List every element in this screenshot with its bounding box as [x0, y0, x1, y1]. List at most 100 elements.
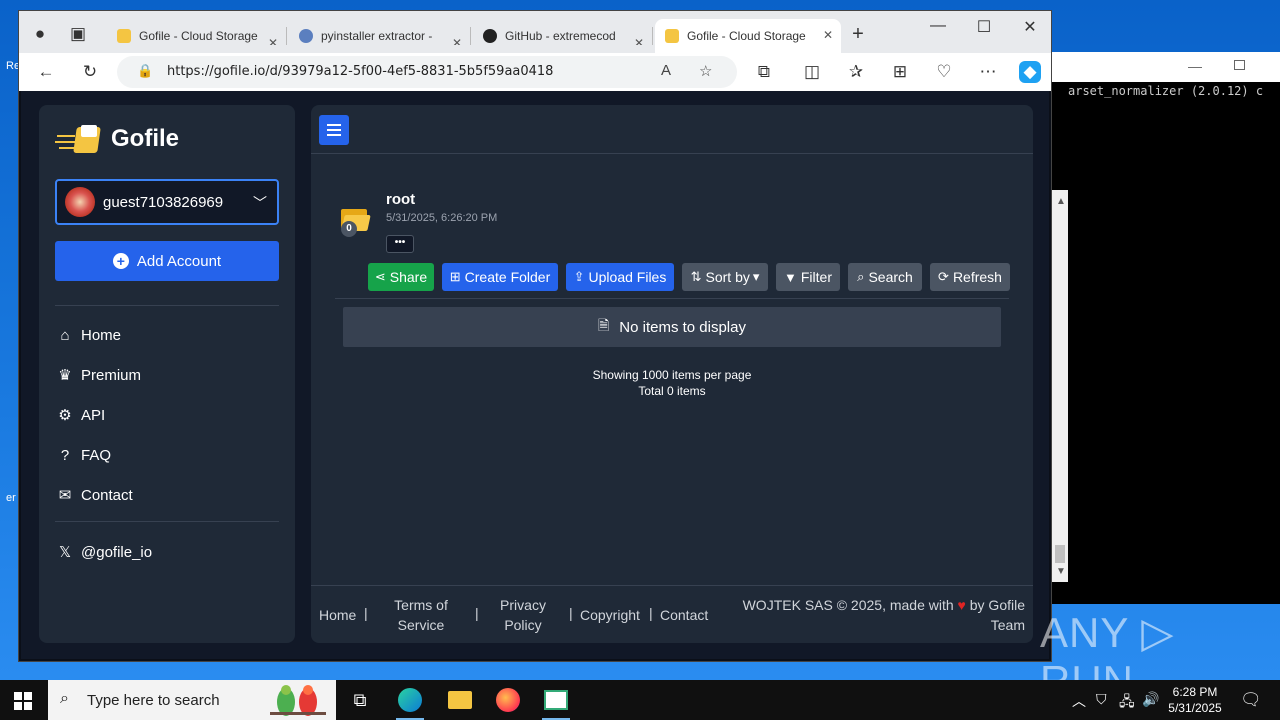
extensions-icon[interactable]: ⧉ [753, 61, 775, 83]
account-name: guest7103826969 [103, 193, 224, 211]
search-button[interactable]: ⌕ Search [848, 263, 922, 291]
favorite-star-icon[interactable]: ☆ [699, 62, 712, 80]
notifications-icon[interactable]: 🗨 [1240, 690, 1262, 710]
sidebar-item-contact[interactable]: ✉ Contact [55, 484, 133, 506]
windows-start-icon[interactable] [14, 692, 32, 710]
footer-link-terms[interactable]: Terms of Service [391, 595, 451, 635]
address-bar[interactable]: 🔒 https://gofile.io/d/93979a12-5f00-4ef5… [117, 56, 737, 88]
firefox-icon[interactable] [484, 680, 532, 720]
security-icon[interactable]: ⛉ [1096, 691, 1107, 708]
sidebar-item-faq[interactable]: ? FAQ [55, 444, 111, 466]
taskbar: ⌕ Type here to search ⧉ ︿ ⛉ 🖧 🔊 6:28 PM … [0, 680, 1280, 720]
sidebar-divider [55, 305, 279, 306]
chevron-up-icon[interactable]: ︿ [1072, 691, 1086, 711]
terminal-window[interactable]: — arset_normalizer (2.0.12) c [1052, 52, 1280, 604]
sidebar-item-x-social[interactable]: 𝕏 @gofile_io [55, 541, 152, 563]
tab-label: Gofile - Cloud Storage [139, 29, 258, 43]
sidebar-item-api[interactable]: ⚙ API [55, 404, 105, 426]
terminal-taskbar-icon[interactable] [532, 680, 580, 720]
url-text[interactable]: https://gofile.io/d/93979a12-5f00-4ef5-8… [167, 64, 553, 79]
close-window-icon[interactable]: ✕ [1007, 17, 1053, 37]
credit-line-2: by Gofile [969, 597, 1025, 613]
terminal-output: arset_normalizer (2.0.12) c [1068, 84, 1264, 98]
browser-window: ● ▣ Gofile - Cloud Storage ✕ pyinstaller… [18, 10, 1052, 662]
taskbar-clock[interactable]: 6:28 PM 5/31/2025 [1164, 684, 1226, 716]
crown-icon: ♛ [58, 367, 72, 384]
refresh-button[interactable]: ⟳ Refresh [930, 263, 1010, 291]
privacy-line-2: Policy [504, 617, 542, 633]
copilot-icon[interactable]: ◆ [1019, 61, 1041, 83]
gofile-page: Gofile guest7103826969 ﹀ + Add Account ⌂… [21, 91, 1049, 659]
tab-gofile-active[interactable]: Gofile - Cloud Storage ✕ [655, 19, 841, 53]
upload-files-button[interactable]: ⇪ Upload Files [566, 263, 674, 291]
parrots-icon [270, 685, 326, 716]
close-tab-icon[interactable]: ✕ [634, 36, 644, 45]
browser-essentials-icon[interactable]: ♡ [933, 61, 955, 83]
refresh-label: Refresh [952, 269, 1002, 285]
reload-icon[interactable]: ↻ [79, 61, 101, 83]
minimize-icon[interactable]: — [1188, 58, 1202, 74]
collections-icon[interactable]: ⊞ [889, 61, 911, 83]
new-tab-button[interactable]: + [847, 23, 869, 45]
edge-taskbar-icon[interactable] [386, 680, 434, 720]
sidebar-item-home[interactable]: ⌂ Home [55, 324, 121, 346]
gofile-logo[interactable]: Gofile [55, 123, 179, 155]
folder-options-button[interactable]: ••• [386, 235, 414, 253]
filter-button[interactable]: ▼ Filter [776, 263, 840, 291]
tab-github[interactable]: GitHub - extremecod ✕ [473, 27, 653, 45]
tab-actions-icon[interactable]: ▣ [67, 23, 89, 45]
taskbar-search-placeholder: Type here to search [87, 692, 220, 709]
close-tab-icon[interactable]: ✕ [268, 36, 278, 45]
add-account-label: Add Account [136, 252, 222, 270]
maximize-icon[interactable] [1234, 60, 1245, 70]
item-counts: Showing 1000 items per page Total 0 item… [311, 367, 1033, 399]
hamburger-menu-button[interactable] [319, 115, 349, 145]
sidebar-item-premium[interactable]: ♛ Premium [55, 364, 141, 386]
footer-link-contact[interactable]: Contact [660, 605, 708, 625]
footer-link-copyright[interactable]: Copyright [580, 605, 640, 625]
maximize-icon[interactable]: ☐ [961, 17, 1007, 37]
tab-pyinstaller[interactable]: pyinstaller extractor - ✕ [289, 27, 471, 45]
account-selector[interactable]: guest7103826969 ﹀ [55, 179, 279, 225]
task-view-icon[interactable]: ⧉ [336, 680, 384, 720]
add-account-button[interactable]: + Add Account [55, 241, 279, 281]
search-icon: ⌕ [60, 690, 69, 707]
network-icon[interactable]: 🖧 [1119, 691, 1135, 715]
credit-line-1: WOJTEK SAS © 2025, made with [742, 597, 954, 613]
sidebar-item-label: Premium [81, 366, 142, 384]
upload-icon: ⇪ [573, 269, 585, 284]
back-icon[interactable]: ← [35, 61, 57, 83]
terminal-scrollbar[interactable]: ▲ ▼ [1052, 190, 1068, 582]
desktop-icon-fragment: er [6, 492, 16, 504]
minimize-icon[interactable]: — [915, 17, 961, 35]
file-explorer-icon[interactable] [436, 680, 484, 720]
volume-icon[interactable]: 🔊 [1142, 691, 1159, 708]
read-aloud-icon[interactable]: A [661, 62, 671, 79]
clock-date: 5/31/2025 [1168, 701, 1222, 715]
favorites-icon[interactable]: ✰ [845, 61, 867, 83]
close-tab-icon[interactable]: ✕ [452, 36, 462, 45]
close-tab-icon[interactable]: ✕ [823, 28, 833, 42]
scroll-down-icon[interactable]: ▼ [1056, 566, 1066, 577]
more-menu-icon[interactable]: ⋯ [977, 61, 999, 83]
items-per-page: Showing 1000 items per page [592, 368, 752, 382]
profile-icon[interactable]: ● [29, 23, 51, 45]
share-button[interactable]: ⋖ Share [368, 263, 434, 291]
sidebar-item-label: Contact [81, 486, 133, 504]
footer-link-home[interactable]: Home [319, 605, 356, 625]
footer-divider [311, 585, 1033, 586]
create-folder-button[interactable]: ⊞ Create Folder [442, 263, 558, 291]
lock-icon[interactable]: 🔒 [137, 63, 153, 79]
terms-line-2: Service [397, 617, 445, 633]
credit-line-3: Team [990, 617, 1025, 633]
footer-link-privacy[interactable]: Privacy Policy [497, 595, 549, 635]
taskbar-search[interactable]: ⌕ Type here to search [48, 680, 336, 720]
split-screen-icon[interactable]: ◫ [801, 61, 823, 83]
sort-by-button[interactable]: ⇅ Sort by ▾ [682, 263, 768, 291]
share-label: Share [389, 269, 428, 285]
sidebar-item-label: @gofile_io [81, 543, 153, 561]
terminal-titlebar[interactable]: — [1052, 52, 1280, 82]
scroll-up-icon[interactable]: ▲ [1056, 196, 1066, 207]
scroll-thumb[interactable] [1055, 545, 1065, 563]
tab-gofile-1[interactable]: Gofile - Cloud Storage ✕ [107, 27, 287, 45]
